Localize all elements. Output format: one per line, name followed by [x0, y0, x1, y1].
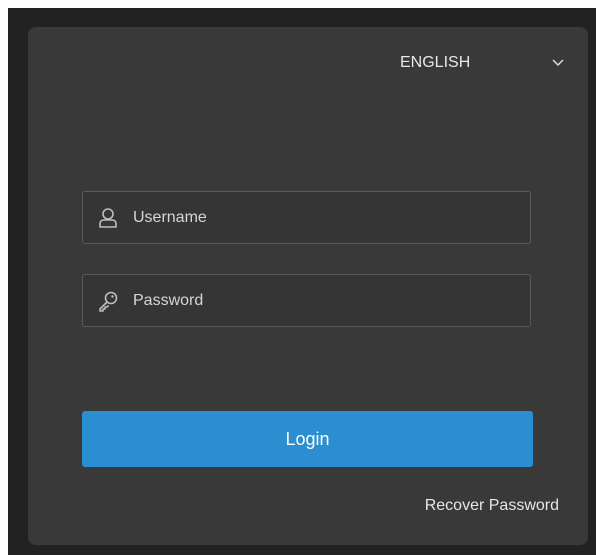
user-icon	[99, 207, 117, 228]
recover-password-link[interactable]: Recover Password	[425, 497, 559, 515]
chevron-down-icon[interactable]	[551, 55, 565, 69]
password-field[interactable]	[82, 274, 531, 327]
username-input[interactable]	[133, 192, 530, 243]
login-button[interactable]: Login	[82, 411, 533, 467]
login-panel: ENGLISH Login Recover Password	[28, 27, 588, 545]
key-icon	[99, 291, 118, 312]
language-selector-label: ENGLISH	[400, 54, 471, 71]
language-selector[interactable]: ENGLISH	[400, 52, 565, 74]
password-input[interactable]	[133, 275, 530, 326]
username-field[interactable]	[82, 191, 531, 244]
